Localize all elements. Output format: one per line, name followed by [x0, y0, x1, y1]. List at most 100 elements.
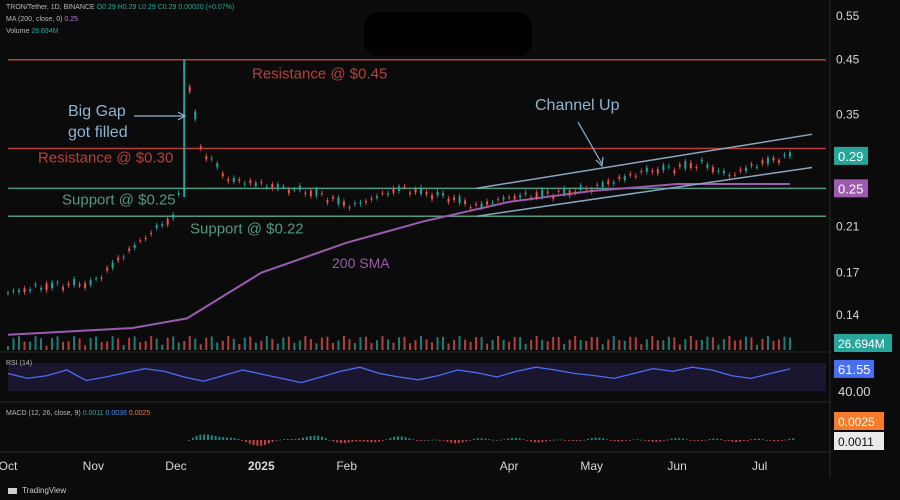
volume-bar [95, 336, 98, 350]
volume-bar [320, 337, 323, 350]
candle-body [513, 196, 516, 200]
x-tick-label: 2025 [248, 459, 275, 473]
candle-body [375, 196, 378, 198]
volume-bar [772, 340, 775, 350]
macd-hist-bar [617, 440, 620, 442]
macd-hist-bar [594, 437, 597, 440]
volume-bar [475, 337, 478, 350]
ma-price-label: 0.25 [838, 181, 863, 196]
ma-legend: MA (200, close, 0) 0.25 [6, 16, 78, 23]
volume-bar [133, 336, 136, 350]
x-tick-label: Nov [83, 459, 104, 473]
macd-hist-bar [343, 440, 346, 443]
macd-value-label: 0.0011 [838, 435, 874, 449]
volume-bar [122, 344, 125, 350]
macd-hist-bar [207, 434, 209, 440]
rsi-band [8, 363, 826, 391]
volume-bar [128, 337, 131, 350]
volume-bar [210, 336, 213, 350]
macd-hist-bar [499, 439, 502, 441]
macd-hist-bar [423, 440, 426, 441]
candle-body [761, 160, 764, 164]
macd-hist-bar [560, 439, 563, 441]
chart-canvas[interactable]: 0.55 0.45 0.35 0.21 0.17 0.14 Oct Nov Dec 2025 Feb… [0, 0, 900, 500]
macd-hist-bar [191, 437, 194, 440]
macd-hist-bar [404, 437, 407, 440]
rsi-legend-label: RSI (14) [6, 360, 33, 367]
macd-hist-bar [545, 440, 548, 442]
candle-body [414, 189, 417, 193]
candle-body [711, 167, 714, 173]
macd-hist-bar [355, 440, 358, 442]
candle-body [436, 191, 439, 196]
volume-bar [172, 336, 175, 350]
macd-hist-bar [214, 436, 217, 440]
candle-body [100, 277, 103, 279]
y-tick-label: 0.21 [836, 219, 860, 233]
candle-body [618, 176, 621, 180]
volume-bar [788, 337, 791, 350]
macd-hist-bar [385, 439, 388, 441]
macd-hist-bar [518, 438, 521, 440]
volume-bar [480, 336, 483, 350]
candle-body [689, 162, 692, 168]
level-label-support-025: Support @ $0.25 [62, 191, 176, 208]
volume-bar [530, 339, 533, 350]
candle-body [62, 286, 65, 291]
volume-bar [370, 343, 373, 350]
last-price-label: 0.29 [838, 149, 863, 164]
channel-lower-line [475, 166, 813, 218]
macd-hist-bar [279, 439, 282, 441]
volume-bar [607, 339, 610, 350]
macd-hist-bar [294, 438, 297, 440]
volume-bar [144, 341, 147, 350]
candle-body [568, 190, 571, 196]
macd-hist-bar [313, 435, 316, 440]
macd-hist-bar [241, 440, 244, 441]
volume-bar [243, 337, 246, 350]
macd-hist-bar [788, 438, 791, 440]
volume-bar [541, 339, 544, 350]
macd-hist-bar [609, 440, 612, 441]
macd-hist-bar [613, 440, 616, 442]
candle-body [122, 256, 125, 258]
candle-body [739, 169, 742, 172]
volume-bar [348, 339, 351, 350]
candle-body [84, 283, 87, 289]
volume-bar [651, 336, 654, 350]
candle-body [370, 198, 373, 200]
macd-hist-bar [761, 439, 764, 441]
volume-bar [84, 345, 87, 350]
candle-body [386, 193, 389, 195]
macd-hist-bar [332, 440, 335, 442]
volume-bar [34, 336, 37, 350]
macd-hist-bar [275, 440, 278, 441]
macd-hist-bar [446, 440, 449, 442]
sma-annotation: 200 SMA [332, 255, 390, 271]
candle-body [67, 283, 70, 286]
volume-bar [23, 341, 26, 350]
macd-hist-bar [188, 440, 190, 441]
tradingview-brand: TradingView [8, 486, 66, 495]
candle-body [755, 166, 758, 168]
candle-body [469, 207, 472, 209]
volume-bar [177, 342, 180, 350]
candle-body [172, 214, 175, 219]
macd-hist-bar [317, 435, 320, 440]
volume-bar [117, 338, 120, 350]
candle-body [706, 164, 709, 168]
candle-body [353, 203, 356, 205]
candle-body [486, 201, 489, 205]
volume-bar [29, 341, 32, 350]
volume-bar [546, 341, 549, 350]
volume-bar [89, 337, 92, 350]
volume-bar [656, 340, 659, 350]
volume-bar [304, 336, 307, 350]
macd-signal-label: 0.0025 [838, 415, 875, 429]
macd-legend-label: MACD (12, 26, close, 9) [6, 410, 81, 417]
macd-hist-bar [556, 439, 559, 441]
macd-hist-bar [742, 440, 745, 442]
volume-bar [342, 336, 345, 350]
macd-hist-bar [678, 438, 681, 440]
candle-body [447, 198, 450, 203]
